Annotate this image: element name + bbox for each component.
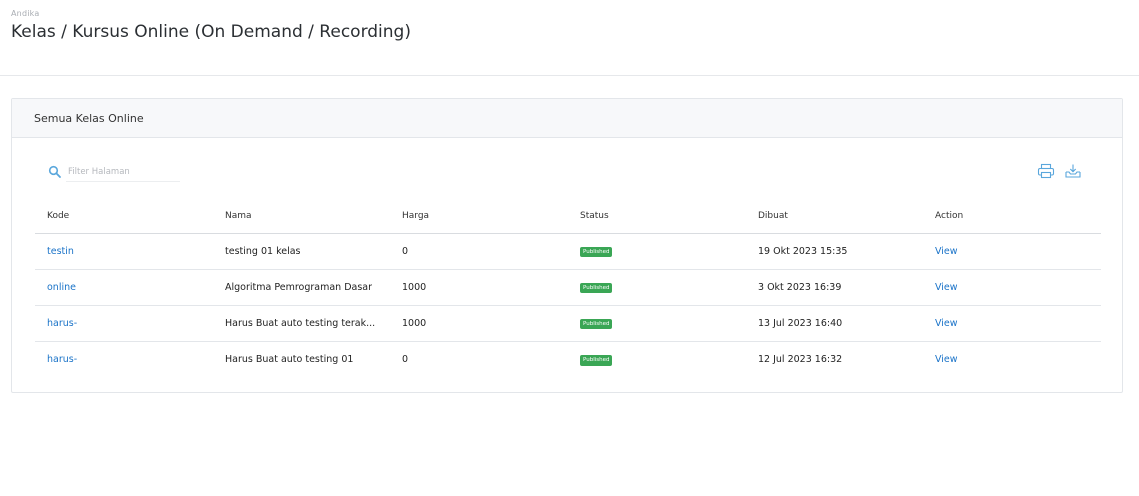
nama-cell: Algoritma Pemrograman Dasar — [225, 281, 373, 293]
kode-link[interactable]: testin — [47, 246, 74, 257]
column-header-nama[interactable]: Nama — [213, 199, 390, 234]
view-link[interactable]: View — [935, 282, 958, 293]
column-header-harga[interactable]: Harga — [390, 199, 568, 234]
search-icon — [48, 165, 61, 178]
online-classes-card: Semua Kelas Online Filter Halaman Kode N… — [11, 98, 1123, 393]
table-toolbar — [12, 138, 1122, 194]
table-row: harus- Harus Buat auto testing terak... … — [35, 305, 1101, 342]
nama-cell: Harus Buat auto testing 01 — [225, 353, 354, 365]
dibuat-cell: 12 Jul 2023 16:32 — [758, 353, 843, 365]
harga-cell: 0 — [390, 233, 568, 270]
view-link[interactable]: View — [935, 246, 958, 257]
page-title: Kelas / Kursus Online (On Demand / Recor… — [11, 22, 411, 42]
view-link[interactable]: View — [935, 318, 958, 329]
kode-link[interactable]: harus- — [47, 318, 77, 329]
harga-cell: 0 — [402, 353, 409, 365]
print-icon[interactable] — [1037, 163, 1055, 179]
download-icon[interactable] — [1064, 163, 1082, 179]
table-row: testin testing 01 kelas 0 Published 19 O… — [35, 233, 1101, 270]
search-input[interactable] — [66, 162, 180, 182]
column-header-status[interactable]: Status — [568, 199, 746, 234]
column-header-dibuat[interactable]: Dibuat — [746, 199, 923, 234]
status-badge: Published — [580, 354, 613, 366]
table-header-row: Kode Nama Harga Status Dibuat Action — [35, 199, 1101, 234]
status-badge: Published — [580, 318, 613, 330]
tool-icons — [1037, 163, 1082, 179]
page-header: Andika Kelas / Kursus Online (On Demand … — [0, 0, 1139, 76]
nama-cell: testing 01 kelas — [225, 245, 301, 257]
kode-link[interactable]: harus- — [47, 354, 77, 365]
column-header-action: Action — [923, 199, 1101, 234]
column-header-kode[interactable]: Kode — [35, 199, 213, 234]
dibuat-cell: 3 Okt 2023 16:39 — [746, 269, 923, 306]
kode-link[interactable]: online — [47, 282, 76, 293]
dibuat-cell: 13 Jul 2023 16:40 — [746, 305, 923, 342]
nama-cell: Harus Buat auto testing terak... — [225, 317, 376, 329]
breadcrumb[interactable]: Andika — [11, 9, 1128, 18]
table-row: online Algoritma Pemrograman Dasar 1000 … — [35, 269, 1101, 306]
status-badge: Published — [580, 246, 613, 258]
status-badge: Published — [580, 282, 613, 294]
harga-cell: 1000 — [390, 305, 568, 342]
harga-cell: 1000 — [390, 269, 568, 306]
online-classes-table: Kode Nama Harga Status Dibuat Action tes… — [35, 199, 1101, 377]
card-title: Semua Kelas Online — [34, 111, 144, 125]
dibuat-cell: 19 Okt 2023 15:35 — [746, 233, 923, 270]
search-wrap — [48, 162, 180, 182]
view-link[interactable]: View — [935, 354, 958, 365]
card-header: Semua Kelas Online — [12, 99, 1122, 138]
table-row: harus- Harus Buat auto testing 01 0 Publ… — [35, 341, 1101, 377]
